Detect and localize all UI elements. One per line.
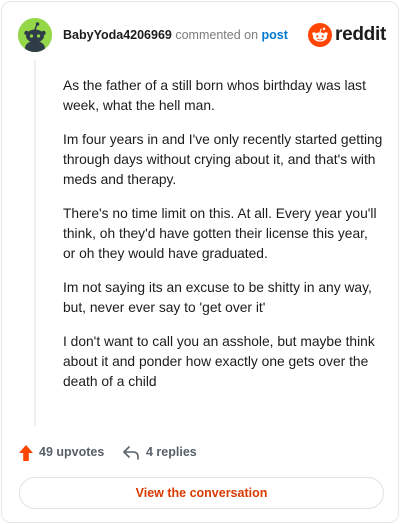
reply-arrow-icon	[123, 446, 139, 460]
view-conversation-button[interactable]: View the conversation	[19, 477, 384, 509]
upvote-arrow-icon	[19, 445, 33, 461]
username-link[interactable]: BabyYoda4206969	[63, 28, 172, 42]
header-text: BabyYoda4206969 commented on post	[63, 28, 288, 42]
user-avatar[interactable]	[18, 18, 52, 52]
upvote-count: 49 upvotes	[39, 445, 105, 459]
replies-count: 4 replies	[146, 445, 197, 459]
reddit-logo-icon	[308, 23, 332, 47]
comment-header: BabyYoda4206969 commented on post reddit	[18, 18, 386, 52]
comment-paragraph: There's no time limit on this. At all. E…	[63, 206, 377, 261]
comment-paragraph: Im four years in and I've only recently …	[63, 132, 383, 187]
comment-paragraph: I don't want to call you an asshole, but…	[63, 334, 375, 389]
comment-actions: 49 upvotes 4 replies	[18, 442, 382, 464]
post-link[interactable]: post	[262, 28, 288, 42]
reddit-brand[interactable]: reddit	[308, 23, 386, 47]
brand-wordmark: reddit	[335, 24, 386, 45]
comment-card: BabyYoda4206969 commented on post reddit…	[1, 1, 399, 523]
commented-on-label: commented on	[175, 28, 259, 42]
comment-paragraph: As the father of a still born whos birth…	[63, 78, 366, 113]
thread-line	[34, 60, 36, 426]
comment-body: As the father of a still born whos birth…	[63, 76, 383, 406]
comment-paragraph: Im not saying its an excuse to be shitty…	[63, 280, 372, 315]
snoo-avatar-icon	[18, 18, 52, 52]
